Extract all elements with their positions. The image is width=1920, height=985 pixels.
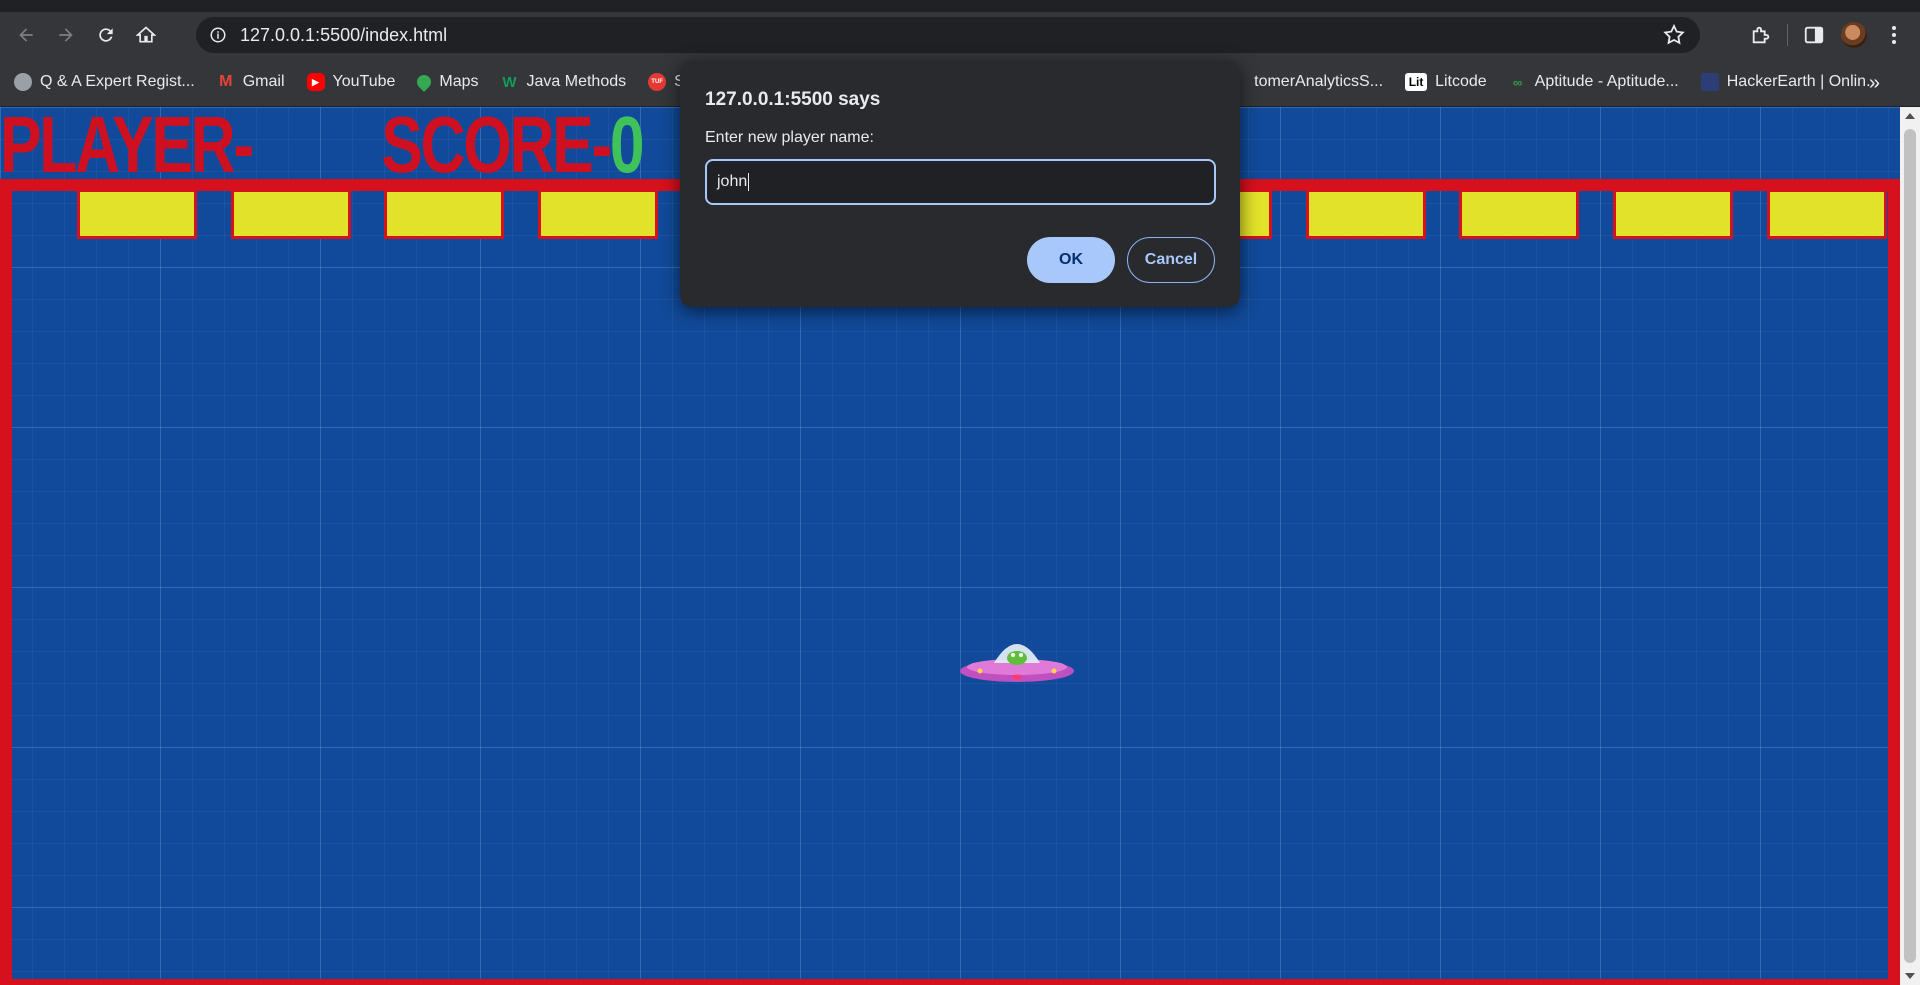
hackerearth-icon [1700,73,1719,91]
extensions-button[interactable] [1741,15,1781,55]
java-methods-icon: W [502,73,517,91]
player-name-input-value: john [717,173,748,190]
url-text: 127.0.0.1:5500/index.html [240,24,448,45]
bookmark-aptitude[interactable]: ∞ Aptitude - Aptitude... [1509,73,1679,91]
address-bar[interactable]: 127.0.0.1:5500/index.html [196,17,1700,53]
dialog-actions: OK Cancel [1027,237,1215,283]
player-label: PLAYER- [0,107,254,189]
home-button[interactable] [128,17,164,53]
litcode-icon: Lit [1405,73,1428,91]
score-label: SCORE- [381,107,612,189]
back-button[interactable] [8,17,44,53]
menu-button[interactable] [1874,15,1914,55]
profile-button[interactable] [1834,15,1874,55]
avatar [1841,22,1867,48]
brick [537,189,658,239]
side-panel-icon [1804,26,1824,44]
bookmark-java-methods[interactable]: W Java Methods [501,73,626,91]
brick [230,189,351,239]
globe-icon [14,73,32,91]
aptitude-icon: ∞ [1513,74,1523,90]
scroll-thumb[interactable] [1904,129,1916,963]
dialog-title: 127.0.0.1:5500 says [705,89,881,110]
site-info-icon[interactable] [206,23,230,47]
game-hud: PLAYER- SCORE- 0 [0,107,645,189]
home-icon [136,26,156,43]
maps-icon [414,72,435,92]
bookmark-youtube[interactable]: ▶ YouTube [306,73,395,91]
bookmark-qa-expert[interactable]: Q & A Expert Regist... [14,73,195,91]
brick [77,189,197,239]
bookmark-gmail[interactable]: M Gmail [217,73,284,91]
player-name-input[interactable]: john [705,159,1216,205]
bookmark-maps[interactable]: Maps [414,72,479,92]
bookmark-hackerearth[interactable]: HackerEarth | Onlin... [1700,73,1879,91]
brick [1766,189,1887,239]
reload-icon [99,28,113,42]
toolbar-actions [1741,12,1920,58]
browser-toolbar: 127.0.0.1:5500/index.html [0,12,1920,58]
puzzle-icon [1752,26,1770,44]
ufo-paddle[interactable] [958,631,1076,687]
bookmark-litcode[interactable]: Lit Litcode [1405,73,1487,91]
brick [384,189,505,239]
brick [1459,189,1580,239]
cancel-button[interactable]: Cancel [1127,237,1215,283]
brick [1305,189,1426,239]
forward-button[interactable] [48,17,84,53]
striver-icon: TUF [648,73,667,91]
scroll-up-icon[interactable] [1905,113,1915,119]
prompt-dialog: 127.0.0.1:5500 says Enter new player nam… [680,61,1240,307]
arrow-right-icon [59,28,73,42]
brick [1613,189,1733,239]
kebab-menu-icon [1892,26,1896,44]
chevron-double-right-icon[interactable]: » [1869,72,1880,95]
gmail-icon: M [219,73,233,90]
ok-button[interactable]: OK [1027,237,1115,283]
text-caret [748,173,750,191]
dialog-message: Enter new player name: [705,129,874,146]
arrow-left-icon [19,28,33,42]
reload-button[interactable] [88,17,124,53]
toolbar-divider [1787,24,1788,46]
score-value: 0 [609,107,645,189]
scroll-down-icon[interactable] [1905,973,1915,979]
tab-strip [0,0,1920,12]
page-scrollbar[interactable] [1900,107,1920,985]
bookmark-star-icon[interactable] [1662,23,1686,47]
youtube-icon: ▶ [306,73,325,91]
side-panel-button[interactable] [1794,15,1834,55]
bookmark-customer-analytics[interactable]: tomerAnalyticsS... [1254,73,1383,91]
